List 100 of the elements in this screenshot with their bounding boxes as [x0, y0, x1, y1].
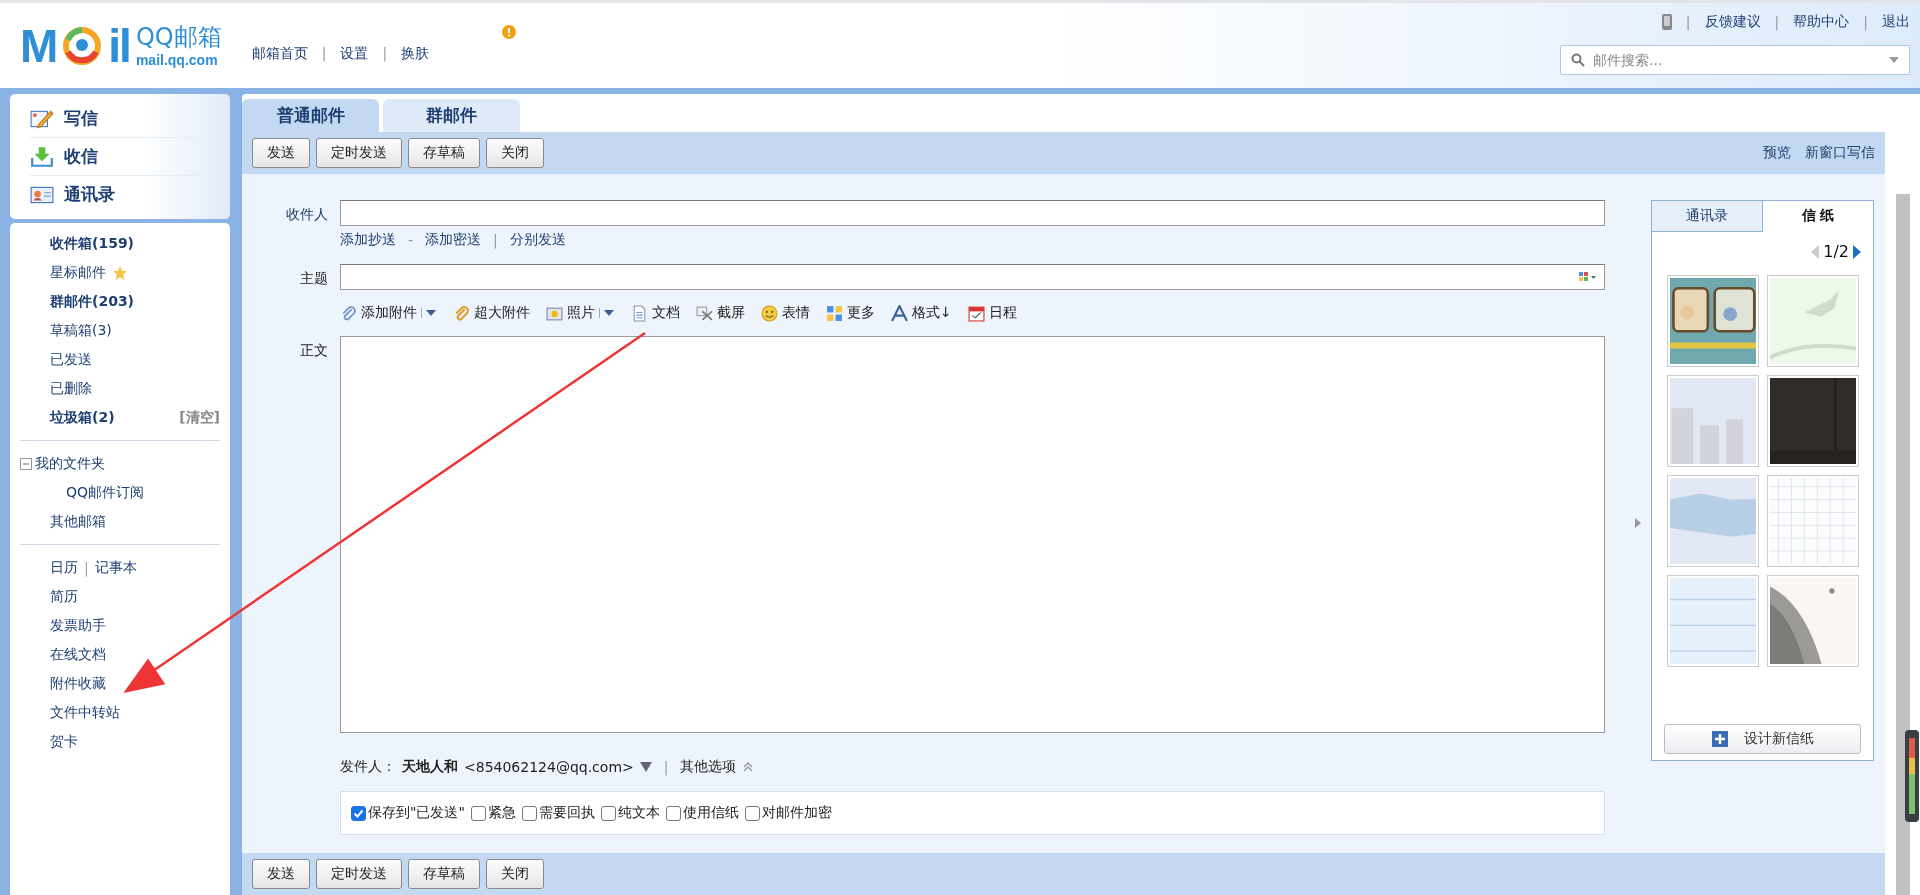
- design-stationery-button[interactable]: 设计新信纸: [1664, 724, 1861, 754]
- separator: |: [1774, 14, 1780, 30]
- font-icon: [891, 304, 908, 322]
- folder-link[interactable]: 已发送: [50, 350, 92, 369]
- checkbox[interactable]: [600, 805, 616, 821]
- warning-icon[interactable]: [501, 25, 516, 39]
- dropdown-caret-icon[interactable]: [639, 762, 652, 772]
- tool-link[interactable]: 日历: [50, 558, 78, 577]
- checkbox[interactable]: [665, 805, 681, 821]
- toolbar-button[interactable]: 发送: [252, 138, 310, 168]
- scrollbar[interactable]: [1895, 194, 1910, 895]
- separator: |: [84, 559, 89, 576]
- editor-tool[interactable]: 格式↓: [891, 304, 952, 322]
- tool-link[interactable]: 在线文档: [50, 645, 106, 664]
- option-checkbox[interactable]: 对邮件加密: [744, 804, 832, 822]
- recipient-option-link[interactable]: 添加抄送: [340, 231, 396, 249]
- field-label: 收件人: [285, 205, 328, 224]
- dropdown-caret-icon[interactable]: [421, 308, 437, 318]
- separator: |: [382, 45, 388, 63]
- recipient-option-link[interactable]: 添加密送: [425, 231, 482, 249]
- folder-link[interactable]: 已删除: [50, 379, 92, 398]
- sender-address[interactable]: <854062124@qq.com>: [464, 759, 634, 775]
- panel-tab[interactable]: 通讯录: [1652, 201, 1763, 232]
- plus-icon: [1711, 731, 1728, 747]
- compose-tab[interactable]: 群邮件: [383, 99, 520, 132]
- editor-tool[interactable]: 超大附件: [453, 304, 530, 322]
- other-options-link[interactable]: 其他选项: [680, 758, 737, 776]
- field-label: 正文: [299, 341, 328, 360]
- header-link[interactable]: 反馈建议: [1704, 13, 1761, 31]
- editor-tool[interactable]: 添加附件: [340, 304, 437, 322]
- toolbar-button[interactable]: 关闭: [486, 859, 544, 889]
- grid-icon: [826, 304, 843, 322]
- tool-link[interactable]: 记事本: [94, 558, 137, 577]
- header-link[interactable]: 帮助中心: [1793, 13, 1850, 31]
- toolbar-link[interactable]: 预览: [1763, 144, 1791, 162]
- tool-link[interactable]: 文件中转站: [50, 703, 120, 722]
- editor-tool[interactable]: 更多: [826, 304, 875, 322]
- tool-link[interactable]: 附件收藏: [50, 674, 106, 693]
- toolbar-button[interactable]: 存草稿: [408, 138, 480, 168]
- phone-icon[interactable]: [1661, 14, 1672, 30]
- color-picker-icon[interactable]: [1579, 271, 1597, 283]
- logo-title: QQ邮箱: [135, 24, 222, 49]
- sidebar-action[interactable]: 收信: [30, 138, 220, 176]
- editor-tool[interactable]: 截屏: [696, 304, 745, 322]
- recipient-field[interactable]: [340, 200, 1605, 226]
- star-icon: [112, 264, 128, 281]
- tool-link[interactable]: 发票助手: [50, 616, 106, 635]
- separator: |: [663, 759, 669, 775]
- editor-tool[interactable]: 照片: [546, 304, 615, 322]
- toolbar-button[interactable]: 存草稿: [408, 859, 480, 889]
- dropdown-caret-icon[interactable]: [1889, 57, 1899, 63]
- header-link[interactable]: 退出: [1882, 13, 1910, 31]
- tool-link[interactable]: 简历: [50, 587, 78, 606]
- header-link[interactable]: 换肤: [401, 45, 430, 63]
- sidebar-action[interactable]: 通讯录: [30, 176, 220, 213]
- logo-text: M: [20, 19, 57, 73]
- folder-link[interactable]: 我的文件夹: [35, 454, 105, 473]
- separator: -: [408, 232, 414, 248]
- folder-link[interactable]: QQ邮件订阅: [66, 483, 145, 502]
- folder-link[interactable]: 星标邮件: [50, 263, 106, 282]
- folder-link[interactable]: 群邮件(203): [50, 292, 135, 311]
- editor-tool[interactable]: 日程: [967, 304, 1017, 322]
- option-checkbox[interactable]: 保存到"已发送": [351, 804, 465, 822]
- folder-link[interactable]: 垃圾箱(2): [50, 408, 115, 427]
- folder-link[interactable]: 草稿箱(3): [50, 321, 112, 340]
- smiley-icon: [761, 304, 778, 322]
- logo-text: il: [108, 19, 130, 73]
- collapse-toggle-icon[interactable]: [20, 457, 32, 470]
- sidebar-action[interactable]: 写信: [30, 100, 220, 138]
- header-link[interactable]: 邮箱首页: [251, 45, 308, 63]
- toolbar-button[interactable]: 定时发送: [316, 138, 402, 168]
- toolbar-button[interactable]: 关闭: [486, 138, 544, 168]
- option-checkbox[interactable]: 紧急: [470, 804, 516, 822]
- editor-tool[interactable]: 文档: [631, 304, 680, 322]
- toolbar-link[interactable]: 新窗口写信: [1805, 144, 1875, 162]
- dropdown-caret-icon[interactable]: [599, 308, 615, 318]
- checkbox[interactable]: [470, 805, 486, 821]
- tool-link[interactable]: 贺卡: [50, 732, 78, 751]
- option-checkbox[interactable]: 需要回执: [521, 804, 595, 822]
- search-field[interactable]: 邮件搜索...: [1560, 45, 1910, 75]
- scissors-icon: [696, 304, 713, 322]
- collapse-chevron-icon[interactable]: [742, 762, 755, 772]
- subject-field[interactable]: [340, 264, 1605, 290]
- next-page-icon[interactable]: [1853, 244, 1861, 259]
- editor-tool[interactable]: 表情: [761, 304, 810, 322]
- folder-link[interactable]: 其他邮箱: [50, 512, 106, 531]
- option-checkbox[interactable]: 使用信纸: [665, 804, 739, 822]
- checkbox[interactable]: [521, 805, 537, 821]
- toolbar-button[interactable]: 发送: [252, 859, 310, 889]
- toolbar-button[interactable]: 定时发送: [316, 859, 402, 889]
- option-checkbox[interactable]: 纯文本: [600, 804, 660, 822]
- recipient-option-link[interactable]: 分别发送: [509, 231, 566, 249]
- compose-tab[interactable]: 普通邮件: [242, 99, 379, 132]
- expand-arrow-icon[interactable]: [1633, 515, 1643, 530]
- empty-link[interactable]: [清空]: [179, 408, 220, 427]
- separator: |: [1863, 14, 1868, 30]
- checkbox[interactable]: [744, 805, 760, 821]
- folder-link[interactable]: 收件箱(159): [50, 234, 135, 253]
- header-link[interactable]: 设置: [340, 45, 369, 63]
- checkbox[interactable]: [351, 805, 366, 821]
